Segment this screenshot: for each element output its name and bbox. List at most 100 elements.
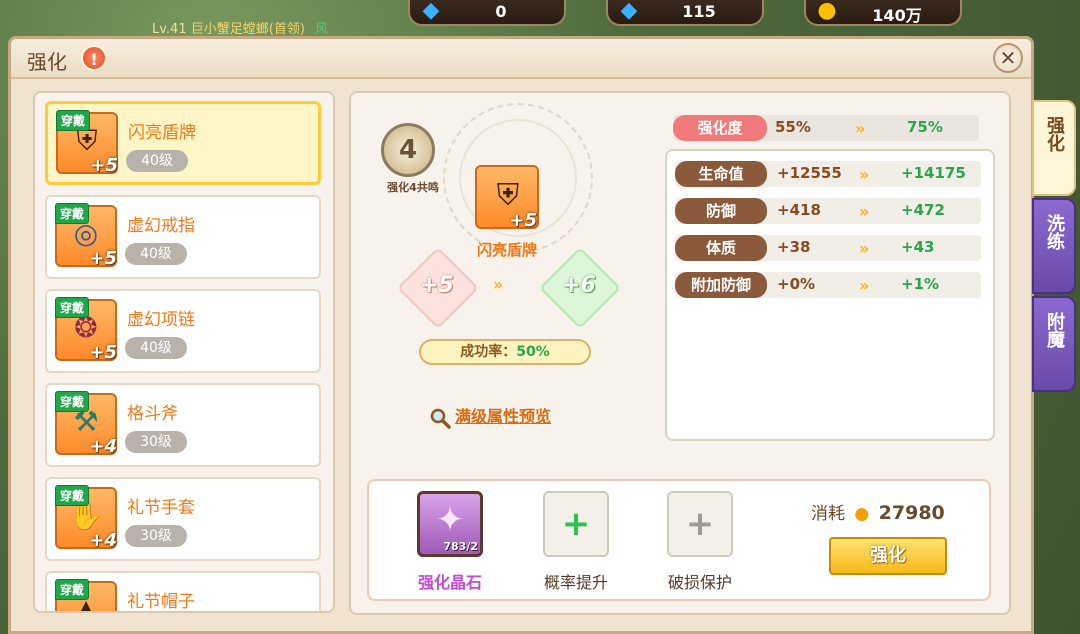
equip-name: 闪亮盾牌 bbox=[476, 241, 537, 259]
player-name: 巨小蟹足螳螂(首领) bbox=[190, 22, 305, 37]
materials-box: ✦ 783/2 强化晶石 + 概率提升 + 破损保护 消耗 ● 27980 强化 bbox=[367, 479, 991, 601]
strength-label: 强化度 bbox=[673, 115, 767, 141]
preview-link-label: 满级属性预览 bbox=[455, 407, 552, 426]
medal-caption: 强化4共鸣 bbox=[387, 181, 439, 194]
enhance-detail-panel: 4 强化4共鸣 ⛨ +5 闪亮盾牌 +5 +6 » 成功率：50% 满级属性预览… bbox=[349, 91, 1011, 615]
cost-label: 消耗 bbox=[811, 504, 845, 524]
list-item[interactable]: ✋ +4 穿戴 礼节手套 30级 bbox=[45, 477, 321, 561]
stat-row: 生命值 +12555 » +14175 bbox=[675, 161, 981, 187]
stat-current: +0% bbox=[777, 275, 816, 293]
item-plus: +5 bbox=[90, 155, 118, 176]
item-plus: +5 bbox=[89, 248, 117, 269]
item-slot: ▲ 穿戴 bbox=[55, 579, 117, 611]
item-slot: ⚒ +4 穿戴 bbox=[55, 391, 117, 457]
crystal-icon: ✦ bbox=[435, 500, 465, 540]
item-name: 虚幻项链 bbox=[127, 310, 195, 330]
worn-badge: 穿戴 bbox=[55, 579, 90, 600]
list-item[interactable]: ⚒ +4 穿戴 格斗斧 30级 bbox=[45, 383, 321, 467]
stat-row: 体质 +38 » +43 bbox=[675, 235, 981, 261]
tab-enhance[interactable]: 强化 bbox=[1032, 100, 1076, 196]
level-pill: 40级 bbox=[125, 243, 187, 265]
tab-label: 强化 bbox=[1044, 116, 1065, 152]
arrow-icon: » bbox=[493, 275, 504, 294]
zone-label: 风 bbox=[315, 22, 329, 37]
plus-icon: + bbox=[561, 504, 591, 544]
list-item[interactable]: ◎ +5 穿戴 虚幻戒指 40级 bbox=[45, 195, 321, 279]
gold-icon: ● bbox=[817, 0, 837, 23]
tab-label: 附魔 bbox=[1044, 312, 1065, 348]
player-level: Lv.41 bbox=[152, 22, 187, 37]
rate-boost-label: 概率提升 bbox=[543, 573, 608, 592]
enhance-crystal-slot[interactable]: ✦ 783/2 bbox=[417, 491, 483, 557]
resonance-medal-icon[interactable]: 4 bbox=[381, 123, 435, 177]
max-level-preview-link[interactable]: 满级属性预览 bbox=[429, 403, 551, 429]
item-slot: ❂ +5 穿戴 bbox=[55, 297, 117, 363]
stat-next: +43 bbox=[901, 238, 935, 256]
item-name: 礼节帽子 bbox=[127, 592, 195, 612]
item-slot: ✋ +4 穿戴 bbox=[55, 485, 117, 551]
stat-current: +38 bbox=[777, 238, 811, 256]
level-pill: 40级 bbox=[126, 150, 188, 172]
item-plus: +4 bbox=[89, 530, 117, 551]
list-item[interactable]: ▲ 穿戴 礼节帽子 bbox=[45, 571, 321, 612]
stat-row: 防御 +418 » +472 bbox=[675, 198, 981, 224]
worn-badge: 穿戴 bbox=[55, 203, 90, 224]
strength-next: 75% bbox=[907, 118, 943, 136]
diamond-icon: ◆ bbox=[422, 0, 440, 23]
enhance-button[interactable]: 强化 bbox=[829, 537, 947, 575]
equipment-list[interactable]: ⛨ +5 穿戴 闪亮盾牌 40级 ◎ +5 穿戴 虚幻戒指 40级 ❂ +5 穿… bbox=[33, 91, 335, 613]
item-name: 礼节手套 bbox=[127, 498, 195, 518]
close-icon[interactable]: ✕ bbox=[993, 43, 1023, 73]
bound-diamond-icon: ◆ bbox=[620, 0, 638, 23]
stat-current: +12555 bbox=[777, 164, 842, 182]
plus-icon: + bbox=[685, 504, 715, 544]
list-item[interactable]: ❂ +5 穿戴 虚幻项链 40级 bbox=[45, 289, 321, 373]
item-name: 虚幻戒指 bbox=[127, 216, 195, 236]
currency-bound-diamond[interactable]: ◆ 115 bbox=[606, 0, 764, 26]
medal-number: 4 bbox=[398, 135, 418, 165]
break-protect-slot[interactable]: + bbox=[667, 491, 733, 557]
arrow-icon: » bbox=[859, 202, 870, 221]
stat-label: 生命值 bbox=[675, 161, 767, 187]
stat-next: +14175 bbox=[901, 164, 966, 182]
item-slot: ◎ +5 穿戴 bbox=[55, 203, 117, 269]
stat-row: 附加防御 +0% » +1% bbox=[675, 272, 981, 298]
worn-badge: 穿戴 bbox=[55, 391, 90, 412]
currency-value: 115 bbox=[682, 2, 716, 21]
help-icon[interactable]: ! bbox=[81, 45, 107, 71]
currency-gold[interactable]: ● 140万 bbox=[804, 0, 962, 26]
break-protect-label: 破损保护 bbox=[667, 573, 732, 592]
currency-diamond[interactable]: ◆ 0 bbox=[408, 0, 566, 26]
arrow-icon: » bbox=[859, 239, 870, 258]
tab-enchant[interactable]: 附魔 bbox=[1032, 296, 1076, 392]
cost-amount: 27980 bbox=[878, 502, 945, 524]
level-pill: 40级 bbox=[125, 337, 187, 359]
level-pill: 30级 bbox=[125, 431, 187, 453]
stat-label: 体质 bbox=[675, 235, 767, 261]
crystal-label: 强化晶石 bbox=[417, 573, 482, 592]
worn-badge: 穿戴 bbox=[56, 110, 91, 131]
currency-value: 140万 bbox=[872, 6, 922, 25]
stat-next: +472 bbox=[901, 201, 945, 219]
enhance-dialog: 强化 ! ✕ ⛨ +5 穿戴 闪亮盾牌 40级 ◎ +5 穿戴 虚幻戒指 40级… bbox=[8, 36, 1034, 634]
stat-label: 附加防御 bbox=[675, 272, 767, 298]
currency-value: 0 bbox=[495, 2, 507, 21]
next-plus: +6 bbox=[562, 273, 596, 298]
item-name: 闪亮盾牌 bbox=[128, 123, 196, 143]
list-item[interactable]: ⛨ +5 穿戴 闪亮盾牌 40级 bbox=[45, 101, 321, 185]
selected-equipment-slot[interactable]: ⛨ +5 bbox=[475, 165, 539, 231]
rate-boost-slot[interactable]: + bbox=[543, 491, 609, 557]
arrow-icon: » bbox=[859, 276, 870, 295]
success-rate: 成功率：50% bbox=[419, 339, 591, 365]
dialog-titlebar: 强化 ! ✕ bbox=[11, 39, 1031, 79]
success-rate-value: 50% bbox=[516, 344, 550, 360]
dialog-title: 强化 bbox=[27, 50, 67, 74]
level-pill: 30级 bbox=[125, 525, 187, 547]
stat-label: 防御 bbox=[675, 198, 767, 224]
item-plus: +4 bbox=[89, 436, 117, 457]
tab-label: 洗练 bbox=[1044, 214, 1065, 250]
tab-refine[interactable]: 洗练 bbox=[1032, 198, 1076, 294]
stat-current: +418 bbox=[777, 201, 821, 219]
strength-current: 55% bbox=[775, 118, 811, 136]
equip-plus: +5 bbox=[509, 210, 537, 231]
